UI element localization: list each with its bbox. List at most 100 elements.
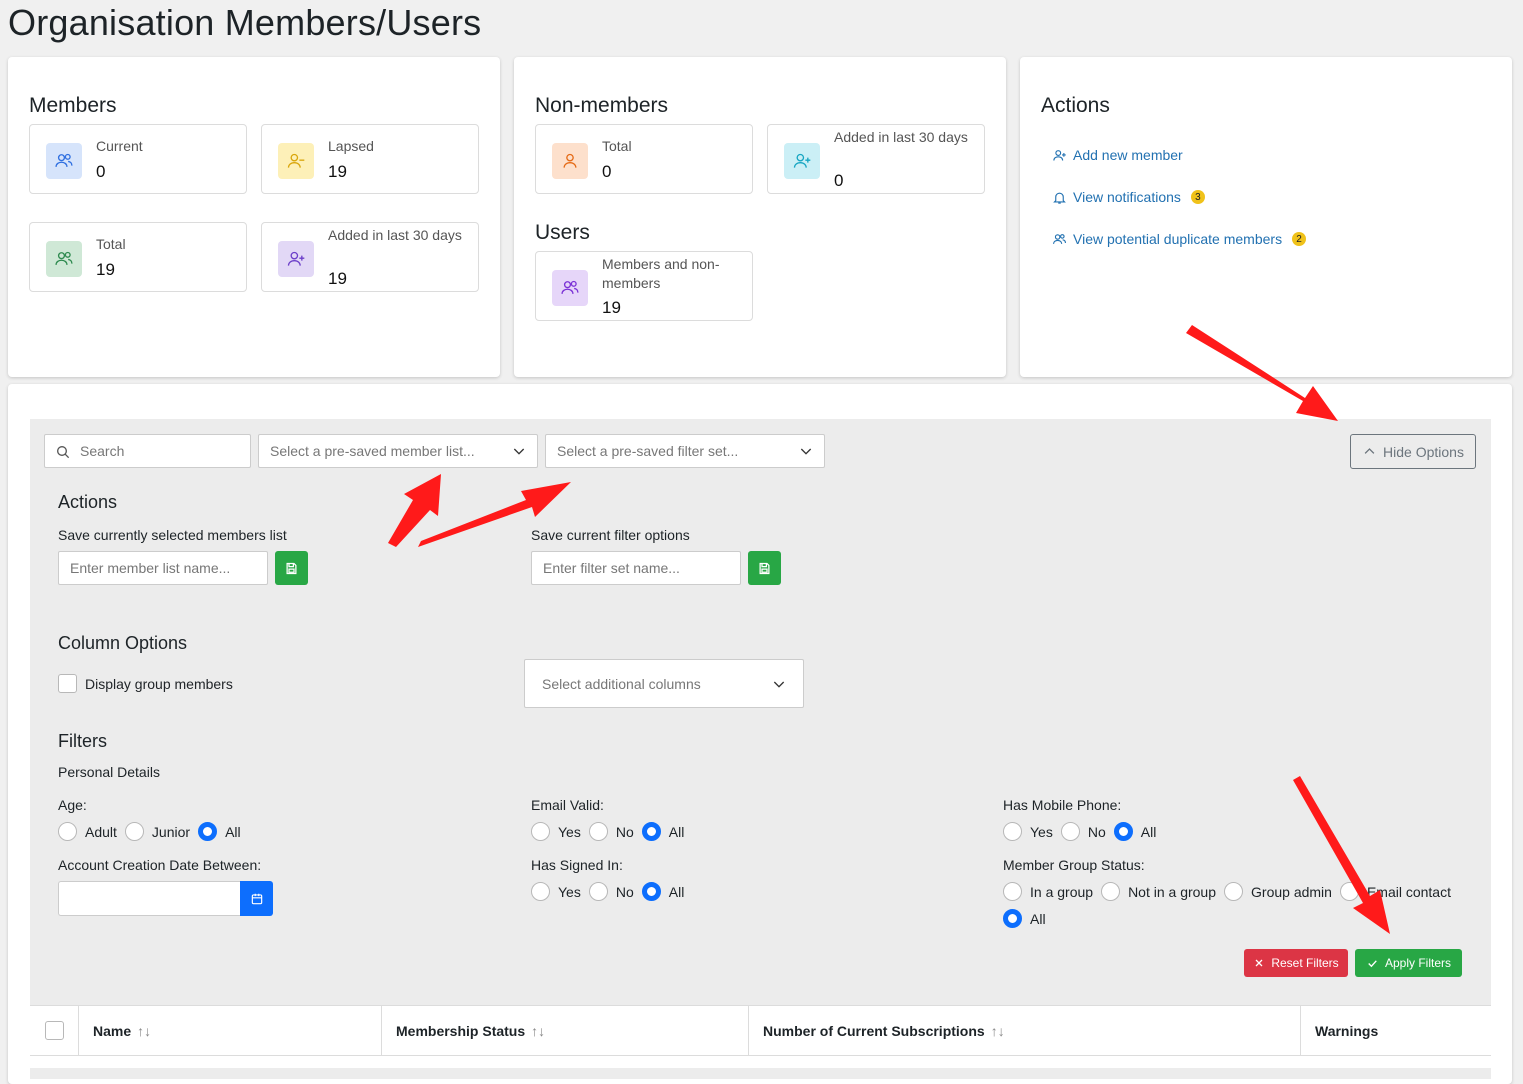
- stat-current-members: Current 0: [29, 124, 247, 194]
- stat-nonmembers-total: Total 0: [535, 124, 753, 194]
- add-new-member-label: Add new member: [1073, 147, 1183, 163]
- radio-label: No: [615, 823, 634, 840]
- age-all-radio[interactable]: All: [198, 822, 241, 841]
- stat-total-members: Total 19: [29, 222, 247, 292]
- select-all-cell: [30, 1006, 79, 1056]
- signed-in-filter-label: Has Signed In:: [531, 857, 623, 873]
- apply-filters-button[interactable]: Apply Filters: [1355, 949, 1462, 977]
- stat-value: 19: [328, 162, 347, 181]
- creation-date-input[interactable]: [58, 881, 241, 916]
- column-header-label: Number of Current Subscriptions: [763, 1022, 985, 1039]
- column-header-subscriptions[interactable]: Number of Current Subscriptions ↑↓: [749, 1006, 1301, 1056]
- stat-value: 19: [602, 298, 621, 317]
- checkbox-box: [58, 674, 77, 693]
- hide-options-label: Hide Options: [1383, 443, 1464, 460]
- email-valid-all-radio[interactable]: All: [641, 822, 685, 841]
- radio-label: Yes: [1030, 823, 1053, 840]
- age-filter-group: Adult Junior All: [58, 822, 249, 841]
- column-header-name[interactable]: Name ↑↓: [79, 1006, 382, 1056]
- members-card: Members Current 0 Lapsed 19 Total 19 Add…: [8, 57, 500, 377]
- user-plus-icon: [278, 241, 314, 277]
- view-notifications-link[interactable]: View notifications 3: [1052, 189, 1205, 205]
- radio-label: Not in a group: [1128, 883, 1217, 900]
- additional-columns-placeholder: Select additional columns: [542, 675, 701, 692]
- group-in-group-radio[interactable]: In a group: [1003, 882, 1093, 901]
- radio-label: All: [668, 823, 685, 840]
- member-list-name-placeholder: Enter member list name...: [70, 560, 231, 576]
- age-junior-radio[interactable]: Junior: [124, 822, 191, 841]
- additional-columns-select[interactable]: Select additional columns: [524, 659, 804, 708]
- group-admin-radio[interactable]: Group admin: [1224, 882, 1332, 901]
- members-heading: Members: [29, 94, 117, 117]
- radio-circle: [1003, 909, 1022, 928]
- age-adult-radio[interactable]: Adult: [58, 822, 117, 841]
- radio-label: No: [615, 883, 634, 900]
- personal-details-label: Personal Details: [58, 764, 160, 780]
- options-panel: [30, 419, 1491, 1079]
- member-list-select[interactable]: Select a pre-saved member list...: [258, 434, 538, 468]
- radio-circle: [588, 822, 608, 841]
- filter-set-select[interactable]: Select a pre-saved filter set...: [545, 434, 825, 468]
- stat-users-total: Members and non-members 19: [535, 251, 753, 321]
- duplicates-count-badge: 2: [1292, 232, 1307, 246]
- apply-filters-label: Apply Filters: [1384, 956, 1452, 970]
- select-all-checkbox[interactable]: [44, 1021, 64, 1040]
- radio-label: Email contact: [1366, 883, 1451, 900]
- view-duplicates-link[interactable]: View potential duplicate members 2: [1052, 231, 1307, 247]
- calendar-icon: [251, 893, 262, 904]
- mobile-yes-radio[interactable]: Yes: [1003, 822, 1053, 841]
- filter-set-placeholder: Select a pre-saved filter set...: [557, 443, 739, 459]
- email-valid-filter-label: Email Valid:: [531, 797, 604, 813]
- sort-icon: ↑↓: [531, 1022, 546, 1039]
- actions-card: Actions: [1020, 57, 1512, 377]
- hide-options-button[interactable]: Hide Options: [1350, 434, 1476, 469]
- users-icon: [46, 143, 82, 179]
- display-group-members-checkbox[interactable]: Display group members: [58, 674, 233, 693]
- reset-filters-label: Reset Filters: [1271, 956, 1339, 970]
- radio-circle: [1003, 882, 1022, 901]
- mobile-filter-group: Yes No All: [1003, 822, 1164, 841]
- filter-set-name-input[interactable]: Enter filter set name...: [531, 551, 741, 585]
- save-filter-set-button[interactable]: [748, 551, 781, 585]
- stat-value: 0: [602, 162, 612, 181]
- email-valid-no-radio[interactable]: No: [588, 822, 634, 841]
- stat-label: Added in last 30 days: [834, 129, 968, 145]
- radio-circle: [531, 882, 550, 901]
- radio-circle: [1060, 822, 1080, 841]
- mobile-all-radio[interactable]: All: [1113, 822, 1157, 841]
- group-all-radio[interactable]: All: [1003, 909, 1046, 928]
- users-icon: [1053, 233, 1066, 244]
- email-valid-yes-radio[interactable]: Yes: [531, 822, 581, 841]
- signed-in-all-radio[interactable]: All: [641, 882, 684, 901]
- reset-filters-button[interactable]: Reset Filters: [1244, 949, 1348, 977]
- email-valid-filter-group: Yes No All: [531, 822, 692, 841]
- radio-label: All: [1140, 823, 1157, 840]
- signed-in-filter-group: Yes No All: [531, 882, 692, 901]
- group-not-in-group-radio[interactable]: Not in a group: [1101, 882, 1216, 901]
- add-new-member-link[interactable]: Add new member: [1052, 147, 1183, 163]
- radio-label: Junior: [151, 823, 191, 840]
- nonmembers-heading: Non-members: [535, 94, 669, 117]
- age-filter-label: Age:: [58, 797, 87, 813]
- radio-circle: [1224, 882, 1244, 901]
- column-header-warnings: Warnings: [1301, 1006, 1491, 1056]
- stat-value: 19: [328, 269, 347, 288]
- radio-label: Group admin: [1251, 883, 1332, 900]
- save-member-list-button[interactable]: [275, 551, 308, 585]
- group-status-filter-group-row2: All: [1003, 909, 1054, 928]
- group-email-contact-radio[interactable]: Email contact: [1339, 882, 1451, 901]
- signed-in-no-radio[interactable]: No: [588, 882, 634, 901]
- stat-label: Total: [602, 138, 632, 154]
- member-list-placeholder: Select a pre-saved member list...: [270, 443, 475, 459]
- mobile-no-radio[interactable]: No: [1060, 822, 1106, 841]
- save-filter-label: Save current filter options: [531, 527, 690, 543]
- column-header-membership-status[interactable]: Membership Status ↑↓: [382, 1006, 749, 1056]
- stat-value: 0: [96, 162, 106, 181]
- member-list-name-input[interactable]: Enter member list name...: [58, 551, 268, 585]
- sort-icon: ↑↓: [137, 1022, 152, 1039]
- calendar-button[interactable]: [240, 881, 273, 916]
- search-input[interactable]: Search: [44, 434, 251, 468]
- save-icon: [286, 562, 297, 574]
- stat-members-added-30-days: Added in last 30 days 19: [261, 222, 479, 292]
- signed-in-yes-radio[interactable]: Yes: [531, 882, 581, 901]
